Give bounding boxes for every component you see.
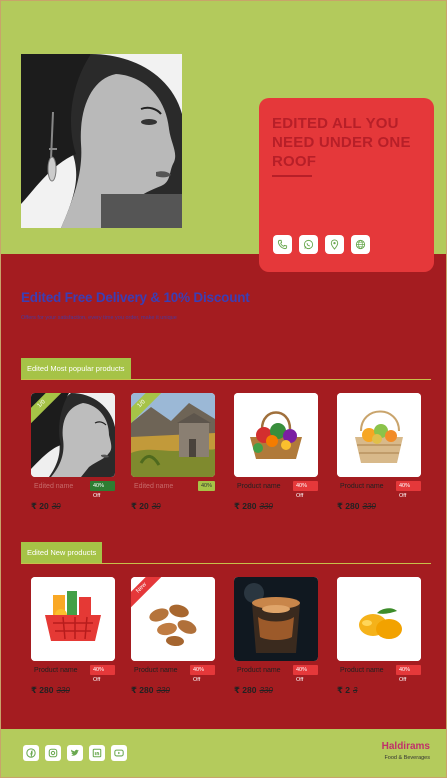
youtube-icon (114, 749, 124, 757)
facebook-icon (26, 748, 36, 758)
old-price: 3 (353, 686, 358, 695)
phone-button[interactable] (273, 235, 292, 254)
social-links (23, 745, 127, 761)
discount-badge: 40% (198, 481, 216, 491)
product-price: ₹ 20 30 (131, 501, 161, 512)
contact-buttons (273, 235, 370, 254)
product-name: Product name (237, 483, 281, 490)
product-name: Product name (134, 667, 178, 674)
product-image-coffee-cup (234, 577, 318, 661)
product-image-woman: 1/0 (31, 393, 115, 477)
hero-portrait-image (21, 54, 182, 228)
product-price: ₹ 280 330 (337, 501, 376, 512)
discount-badge: 40% Off (293, 665, 318, 683)
instagram-button[interactable] (45, 745, 61, 761)
product-price: ₹ 20 30 (31, 501, 61, 512)
product-name: Edited name (134, 483, 174, 490)
product-price: ₹ 280 330 (131, 685, 170, 696)
popular-section-header: Edited Most popular products (21, 358, 431, 380)
current-price: ₹ 20 (31, 501, 49, 511)
current-price: ₹ 280 (234, 501, 257, 511)
new-section-header: Edited New products (21, 542, 431, 564)
product-image-almonds: New (131, 577, 215, 661)
brand-block: Haldirams Food & Beverages (382, 741, 430, 761)
promo-title: Edited Free Delivery & 10% Discount (21, 290, 250, 305)
brand-name: Haldirams (381, 741, 430, 752)
old-price: 330 (156, 686, 170, 695)
new-section-label: Edited New products (21, 542, 103, 563)
popular-section-label: Edited Most popular products (21, 358, 131, 379)
linkedin-button[interactable] (89, 745, 105, 761)
hero-card: EDITED ALL YOU NEED UNDER ONE ROOF (259, 98, 434, 272)
website-button[interactable] (351, 235, 370, 254)
old-price: 330 (259, 502, 273, 511)
discount-badge: 40% Off (90, 481, 115, 499)
current-price: ₹ 20 (131, 501, 149, 511)
product-image-mangoes (337, 577, 421, 661)
instagram-icon (48, 748, 58, 758)
discount-badge: 40% Off (90, 665, 115, 683)
footer: Haldirams Food & Beverages (1, 729, 446, 777)
product-price: ₹ 280 330 (234, 685, 273, 696)
hero-divider (272, 175, 312, 177)
old-price: 30 (51, 502, 61, 511)
old-price: 330 (362, 502, 376, 511)
old-price: 330 (259, 686, 273, 695)
facebook-button[interactable] (23, 745, 39, 761)
location-icon (330, 239, 339, 250)
youtube-button[interactable] (111, 745, 127, 761)
page: EDITED ALL YOU NEED UNDER ONE ROOF Edite… (0, 0, 447, 778)
product-image-grocery-basket (31, 577, 115, 661)
discount-badge: 40% Off (396, 481, 421, 499)
twitter-icon (71, 749, 80, 756)
product-name: Edited name (34, 483, 74, 490)
product-image-mountain-house: 1/0 (131, 393, 215, 477)
product-price: ₹ 280 330 (31, 685, 70, 696)
current-price: ₹ 280 (234, 685, 257, 695)
whatsapp-icon (303, 239, 314, 250)
product-image-fruit-basket (337, 393, 421, 477)
discount-badge: 40% Off (293, 481, 318, 499)
phone-icon (277, 239, 288, 250)
product-image-vegetable-basket (234, 393, 318, 477)
twitter-button[interactable] (67, 745, 83, 761)
current-price: ₹ 2 (337, 685, 351, 695)
old-price: 30 (151, 502, 161, 511)
discount-badge: 40% Off (396, 665, 421, 683)
promo-subtitle: Offers for your satisfaction, every time… (21, 315, 177, 321)
product-price: ₹ 280 330 (234, 501, 273, 512)
brand-tagline: Food & Beverages (384, 755, 430, 761)
location-button[interactable] (325, 235, 344, 254)
discount-badge: 40% Off (190, 665, 215, 683)
current-price: ₹ 280 (337, 501, 360, 511)
product-name: Product name (340, 483, 384, 490)
linkedin-icon (92, 748, 102, 758)
product-name: Product name (34, 667, 78, 674)
current-price: ₹ 280 (131, 685, 154, 695)
current-price: ₹ 280 (31, 685, 54, 695)
product-name: Product name (237, 667, 281, 674)
hero-title: EDITED ALL YOU NEED UNDER ONE ROOF (272, 115, 411, 170)
product-name: Product name (340, 667, 384, 674)
product-price: ₹ 23 (337, 685, 357, 696)
main-section: Edited Free Delivery & 10% Discount Offe… (1, 254, 446, 729)
old-price: 330 (56, 686, 70, 695)
globe-icon (355, 239, 366, 250)
whatsapp-button[interactable] (299, 235, 318, 254)
